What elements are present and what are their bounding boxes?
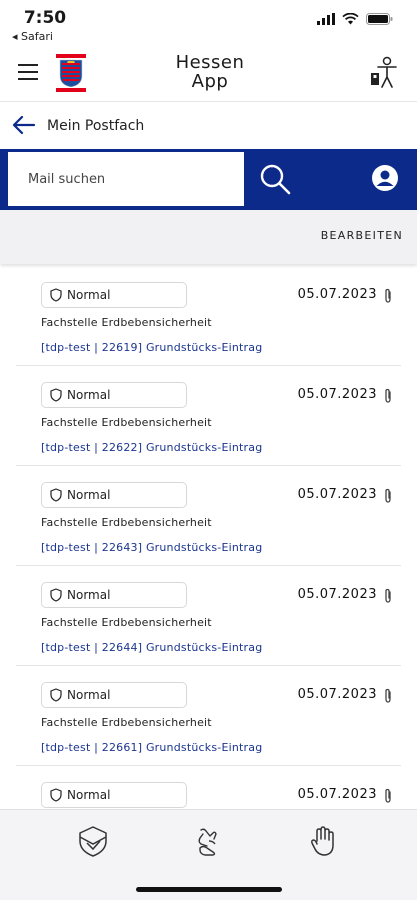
shield-icon — [50, 288, 62, 302]
message-date: 05.07.2023 — [297, 787, 377, 802]
priority-badge: Normal — [41, 582, 187, 608]
search-input[interactable] — [8, 152, 244, 206]
profile-icon[interactable] — [371, 164, 399, 192]
priority-label: Normal — [67, 388, 111, 402]
priority-label: Normal — [67, 488, 111, 502]
list-toolbar: BEARBEITEN — [0, 210, 417, 264]
shield-icon — [50, 688, 62, 702]
message-sender: Fachstelle Erdbebensicherheit — [41, 316, 212, 329]
shield-icon — [50, 788, 62, 802]
back-arrow-icon[interactable] — [12, 115, 36, 135]
attachment-icon — [385, 788, 391, 803]
message-row[interactable]: Normal 05.07.2023 Fachstelle Erdbebensic… — [16, 666, 401, 766]
status-bar: 7:50 ◂ Safari — [0, 0, 417, 46]
app-title-line2: App — [191, 71, 229, 92]
message-row[interactable]: Normal 05.07.2023 Fachstelle Erdbebensic… — [16, 366, 401, 466]
edit-button[interactable]: BEARBEITEN — [321, 229, 403, 242]
shield-icon — [50, 488, 62, 502]
message-subject: [tdp-test | 22661] Grundstücks-Eintrag — [41, 741, 263, 754]
menu-icon[interactable] — [18, 64, 38, 80]
signal-icon — [317, 13, 335, 25]
priority-label: Normal — [67, 288, 111, 302]
message-sender: Fachstelle Erdbebensicherheit — [41, 416, 212, 429]
priority-badge: Normal — [41, 382, 187, 408]
page-title: Mein Postfach — [47, 118, 145, 134]
attachment-icon — [385, 588, 391, 603]
message-row[interactable]: Normal 05.07.2023 Fachstelle Erdbebensic… — [16, 266, 401, 366]
priority-label: Normal — [67, 688, 111, 702]
message-subject: [tdp-test | 22622] Grundstücks-Eintrag — [41, 441, 263, 454]
back-to-safari-link[interactable]: ◂ Safari — [12, 30, 53, 43]
message-subject: [tdp-test | 22619] Grundstücks-Eintrag — [41, 341, 263, 354]
wifi-icon — [342, 13, 359, 25]
sub-header: Mein Postfach — [0, 103, 417, 149]
message-subject: [tdp-test | 22644] Grundstücks-Eintrag — [41, 641, 263, 654]
app-title: Hessen App — [150, 53, 270, 91]
message-date: 05.07.2023 — [297, 387, 377, 402]
message-list: Normal 05.07.2023 Fachstelle Erdbebensic… — [0, 266, 417, 866]
home-indicator — [136, 887, 282, 892]
message-date: 05.07.2023 — [297, 687, 377, 702]
shield-icon — [50, 588, 62, 602]
message-subject: [tdp-test | 22643] Grundstücks-Eintrag — [41, 541, 263, 554]
priority-label: Normal — [67, 588, 111, 602]
priority-label: Normal — [67, 788, 111, 802]
app-header: Hessen App — [0, 46, 417, 102]
search-bar — [0, 149, 417, 210]
priority-badge: Normal — [41, 482, 187, 508]
search-icon[interactable] — [258, 162, 292, 196]
attachment-icon — [385, 388, 391, 403]
priority-badge: Normal — [41, 682, 187, 708]
message-date: 05.07.2023 — [297, 487, 377, 502]
shield-check-icon[interactable] — [76, 824, 110, 858]
accessibility-icon[interactable] — [367, 54, 403, 90]
bottom-nav — [0, 809, 417, 900]
message-sender: Fachstelle Erdbebensicherheit — [41, 516, 212, 529]
battery-icon — [366, 13, 393, 25]
message-sender: Fachstelle Erdbebensicherheit — [41, 616, 212, 629]
hessen-crest-icon — [56, 54, 86, 92]
hand-icon[interactable] — [306, 824, 340, 858]
attachment-icon — [385, 688, 391, 703]
message-row[interactable]: Normal 05.07.2023 Fachstelle Erdbebensic… — [16, 566, 401, 666]
message-row[interactable]: Normal 05.07.2023 Fachstelle Erdbebensic… — [16, 466, 401, 566]
status-time: 7:50 — [23, 8, 67, 28]
priority-badge: Normal — [41, 282, 187, 308]
message-date: 05.07.2023 — [297, 587, 377, 602]
sign-language-icon[interactable] — [191, 824, 225, 858]
message-date: 05.07.2023 — [297, 287, 377, 302]
shield-icon — [50, 388, 62, 402]
message-sender: Fachstelle Erdbebensicherheit — [41, 716, 212, 729]
priority-badge: Normal — [41, 782, 187, 808]
status-icons — [317, 13, 393, 25]
app-title-line1: Hessen — [175, 52, 245, 73]
attachment-icon — [385, 488, 391, 503]
attachment-icon — [385, 288, 391, 303]
